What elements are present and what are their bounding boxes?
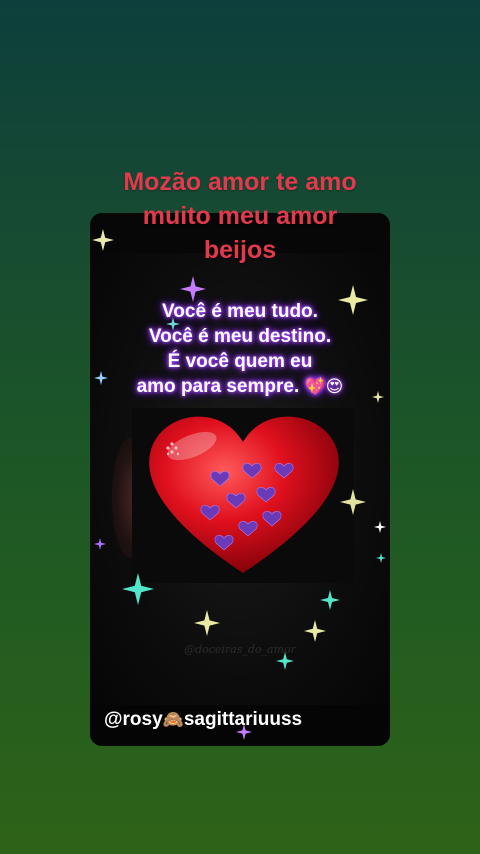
handle-suffix: sagittariuuss: [183, 709, 303, 730]
caption-line-1: Mozão amor te amo: [123, 168, 357, 196]
heart-image: [132, 408, 354, 583]
poem-line-1: Você é meu tudo.: [162, 301, 318, 322]
poem-text: Você é meu tudo. Você é meu destino. É v…: [90, 299, 390, 400]
poem-line-2: Você é meu destino.: [148, 326, 332, 347]
video-caption: Mozão amor te amo muito meu amor beijos: [0, 165, 480, 267]
video-card[interactable]: Você é meu tudo. Você é meu destino. É v…: [90, 213, 390, 746]
sparkle-icon: [376, 553, 386, 563]
poem-line-4: amo para sempre. 💖😍: [90, 374, 390, 400]
creator-handle[interactable]: @rosy🙈sagittariuuss: [104, 709, 302, 731]
sparkle-icon: [304, 620, 326, 642]
caption-line-2: muito meu amor: [142, 202, 338, 230]
sparkle-icon: [122, 573, 154, 605]
caption-line-3: beijos: [203, 236, 277, 264]
sparkle-icon: [194, 610, 220, 636]
poem-emojis: 💖😍: [304, 377, 344, 397]
heart-icon: [149, 416, 339, 573]
watermark-text: @doceiras_do_amor: [184, 643, 296, 656]
sparkle-icon: [320, 590, 340, 610]
sparkle-icon: [340, 489, 366, 515]
poem-line-4-text: amo para sempre.: [136, 376, 300, 397]
sparkle-icon: [374, 521, 386, 533]
handle-prefix: @rosy: [104, 709, 163, 730]
sparkle-icon: [94, 538, 106, 550]
poem-line-3: É você quem eu: [167, 351, 313, 372]
see-no-evil-monkey-icon: 🙈: [162, 710, 184, 730]
